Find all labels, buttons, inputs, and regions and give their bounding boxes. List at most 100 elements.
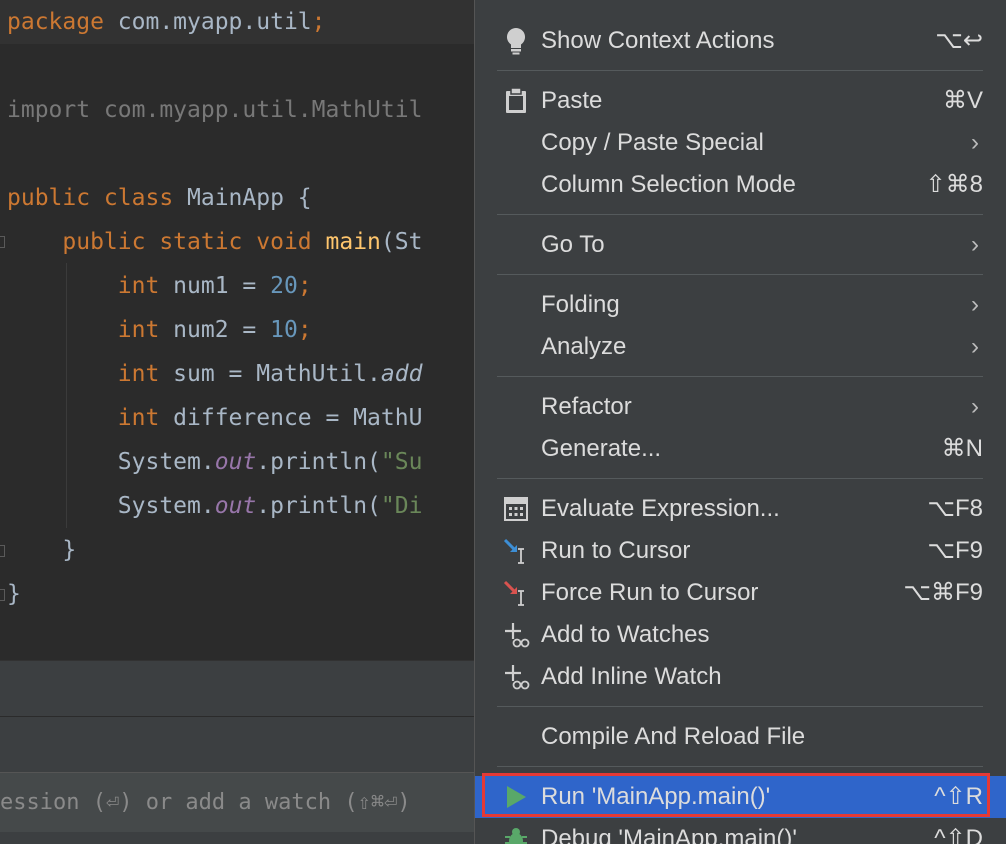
menu-separator <box>497 274 983 275</box>
chevron-right-icon: › <box>971 393 979 420</box>
code-token: ; <box>297 317 312 343</box>
menu-item-shortcut: ⌥↩ <box>935 27 983 54</box>
menu-item-shortcut: ⌥⌘F9 <box>903 579 983 606</box>
code-token: System. <box>7 493 215 519</box>
code-line[interactable]: public class MainApp { <box>7 176 422 220</box>
code-token: (St <box>380 229 423 255</box>
code-token: 10 <box>270 317 298 343</box>
code-token: } <box>7 581 21 607</box>
menu-separator <box>497 376 983 377</box>
menu-item-label: Force Run to Cursor <box>541 579 759 606</box>
menu-item-go-to[interactable]: Go To › <box>475 224 1006 266</box>
menu-item-evaluate-expression[interactable]: Evaluate Expression... ⌥F8 <box>475 488 1006 530</box>
code-line[interactable]: int num1 = 20; <box>7 264 422 308</box>
menu-item-label: Show Context Actions <box>541 27 775 54</box>
code-line[interactable]: package com.myapp.util; <box>7 0 422 44</box>
menu-item-label: Analyze <box>541 333 627 360</box>
menu-item-show-context-actions[interactable]: Show Context Actions ⌥↩ <box>475 20 1006 62</box>
code-token: int <box>7 317 174 343</box>
menu-separator <box>497 706 983 707</box>
menu-item-label: Debug 'MainApp.main()' <box>541 825 797 844</box>
code-line[interactable]: System.out.println("Su <box>7 440 423 484</box>
menu-item-label: Generate... <box>541 435 662 462</box>
menu-item-shortcut: ⌥F9 <box>927 537 983 564</box>
chevron-right-icon: › <box>971 291 979 318</box>
code-token: public static void <box>7 229 326 255</box>
highlight-box <box>482 773 990 817</box>
code-line[interactable]: int sum = MathUtil.add <box>7 352 423 396</box>
code-token: } <box>7 537 77 563</box>
menu-item-run-to-cursor[interactable]: Run to Cursor ⌥F9 <box>475 530 1006 572</box>
menu-item-shortcut: ⌥F8 <box>927 495 983 522</box>
code-token: package <box>7 9 118 35</box>
menu-item-force-run-to-cursor[interactable]: Force Run to Cursor ⌥⌘F9 <box>475 572 1006 614</box>
menu-item-shortcut: ⌘N <box>941 435 983 462</box>
code-token: .println( <box>256 493 381 519</box>
menu-item-label: Refactor <box>541 393 632 420</box>
code-token: import com.myapp.util.MathUtil <box>7 97 423 123</box>
lightbulb-icon <box>501 26 531 56</box>
code-line[interactable]: int num2 = 10; <box>7 308 422 352</box>
chevron-right-icon: › <box>971 333 979 360</box>
code-token: "Su <box>380 449 423 475</box>
code-line[interactable] <box>7 132 422 176</box>
menu-item-label: Copy / Paste Special <box>541 129 764 156</box>
menu-item-column-selection-mode[interactable]: Column Selection Mode ⇧⌘8 <box>475 164 1006 206</box>
code-line[interactable]: import com.myapp.util.MathUtil <box>7 88 422 132</box>
code-token: main <box>325 229 381 255</box>
add-watch-icon <box>501 620 531 650</box>
code-token: System. <box>7 449 215 475</box>
menu-item-analyze[interactable]: Analyze › <box>475 326 1006 368</box>
code-token: "Di <box>380 493 423 519</box>
code-token: MainApp { <box>187 185 312 211</box>
menu-item-paste[interactable]: Paste ⌘V <box>475 80 1006 122</box>
menu-item-shortcut: ⌘V <box>942 87 983 114</box>
code-token: int <box>7 273 174 299</box>
menu-item-folding[interactable]: Folding › <box>475 284 1006 326</box>
code-lines[interactable]: package com.myapp.util; import com.myapp.… <box>7 0 422 616</box>
fold-marker-icon[interactable] <box>0 589 5 601</box>
menu-item-compile-and-reload-file[interactable]: Compile And Reload File <box>475 716 1006 758</box>
menu-item-add-to-watches[interactable]: Add to Watches <box>475 614 1006 656</box>
code-token: int <box>7 405 174 431</box>
code-token: sum = MathUtil. <box>173 361 381 387</box>
clipboard-icon <box>501 86 531 116</box>
code-token: ; <box>297 273 312 299</box>
menu-item-label: Column Selection Mode <box>541 171 796 198</box>
menu-item-generate[interactable]: Generate... ⌘N <box>475 428 1006 470</box>
code-line[interactable]: } <box>7 572 422 616</box>
menu-separator <box>497 766 983 767</box>
bug-icon <box>501 824 531 844</box>
menu-item-shortcut: ⇧⌘8 <box>925 171 983 198</box>
code-token: 20 <box>270 273 298 299</box>
code-line[interactable]: System.out.println("Di <box>7 484 423 528</box>
code-line[interactable]: } <box>7 528 422 572</box>
code-line[interactable] <box>7 44 422 88</box>
code-token: .println( <box>256 449 381 475</box>
menu-separator <box>497 70 983 71</box>
menu-item-label: Add Inline Watch <box>541 663 722 690</box>
add-watch-icon <box>501 662 531 692</box>
menu-separator <box>497 214 983 215</box>
menu-item-shortcut: ^⇧D <box>934 825 983 844</box>
calculator-icon <box>501 494 531 524</box>
code-token: public class <box>7 185 188 211</box>
code-token: out <box>214 449 257 475</box>
run-to-cursor-icon <box>501 536 531 566</box>
code-token: ; <box>311 9 326 35</box>
code-line[interactable]: int difference = MathU <box>7 396 423 440</box>
code-line[interactable]: public static void main(St <box>7 220 422 264</box>
watch-hint-text: ession (⏎) or add a watch (⇧⌘⏎) <box>0 790 411 815</box>
menu-item-label: Evaluate Expression... <box>541 495 780 522</box>
code-token: com.myapp.util <box>117 9 312 35</box>
code-token: out <box>214 493 257 519</box>
code-token: add <box>380 361 423 387</box>
fold-marker-icon[interactable] <box>0 236 5 248</box>
menu-item-debug-mainapp-main[interactable]: Debug 'MainApp.main()' ^⇧D <box>475 818 1006 844</box>
code-token: int <box>7 361 174 387</box>
menu-separator <box>497 478 983 479</box>
menu-item-refactor[interactable]: Refactor › <box>475 386 1006 428</box>
menu-item-copy-paste-special[interactable]: Copy / Paste Special › <box>475 122 1006 164</box>
fold-marker-icon[interactable] <box>0 545 5 557</box>
menu-item-add-inline-watch[interactable]: Add Inline Watch <box>475 656 1006 698</box>
